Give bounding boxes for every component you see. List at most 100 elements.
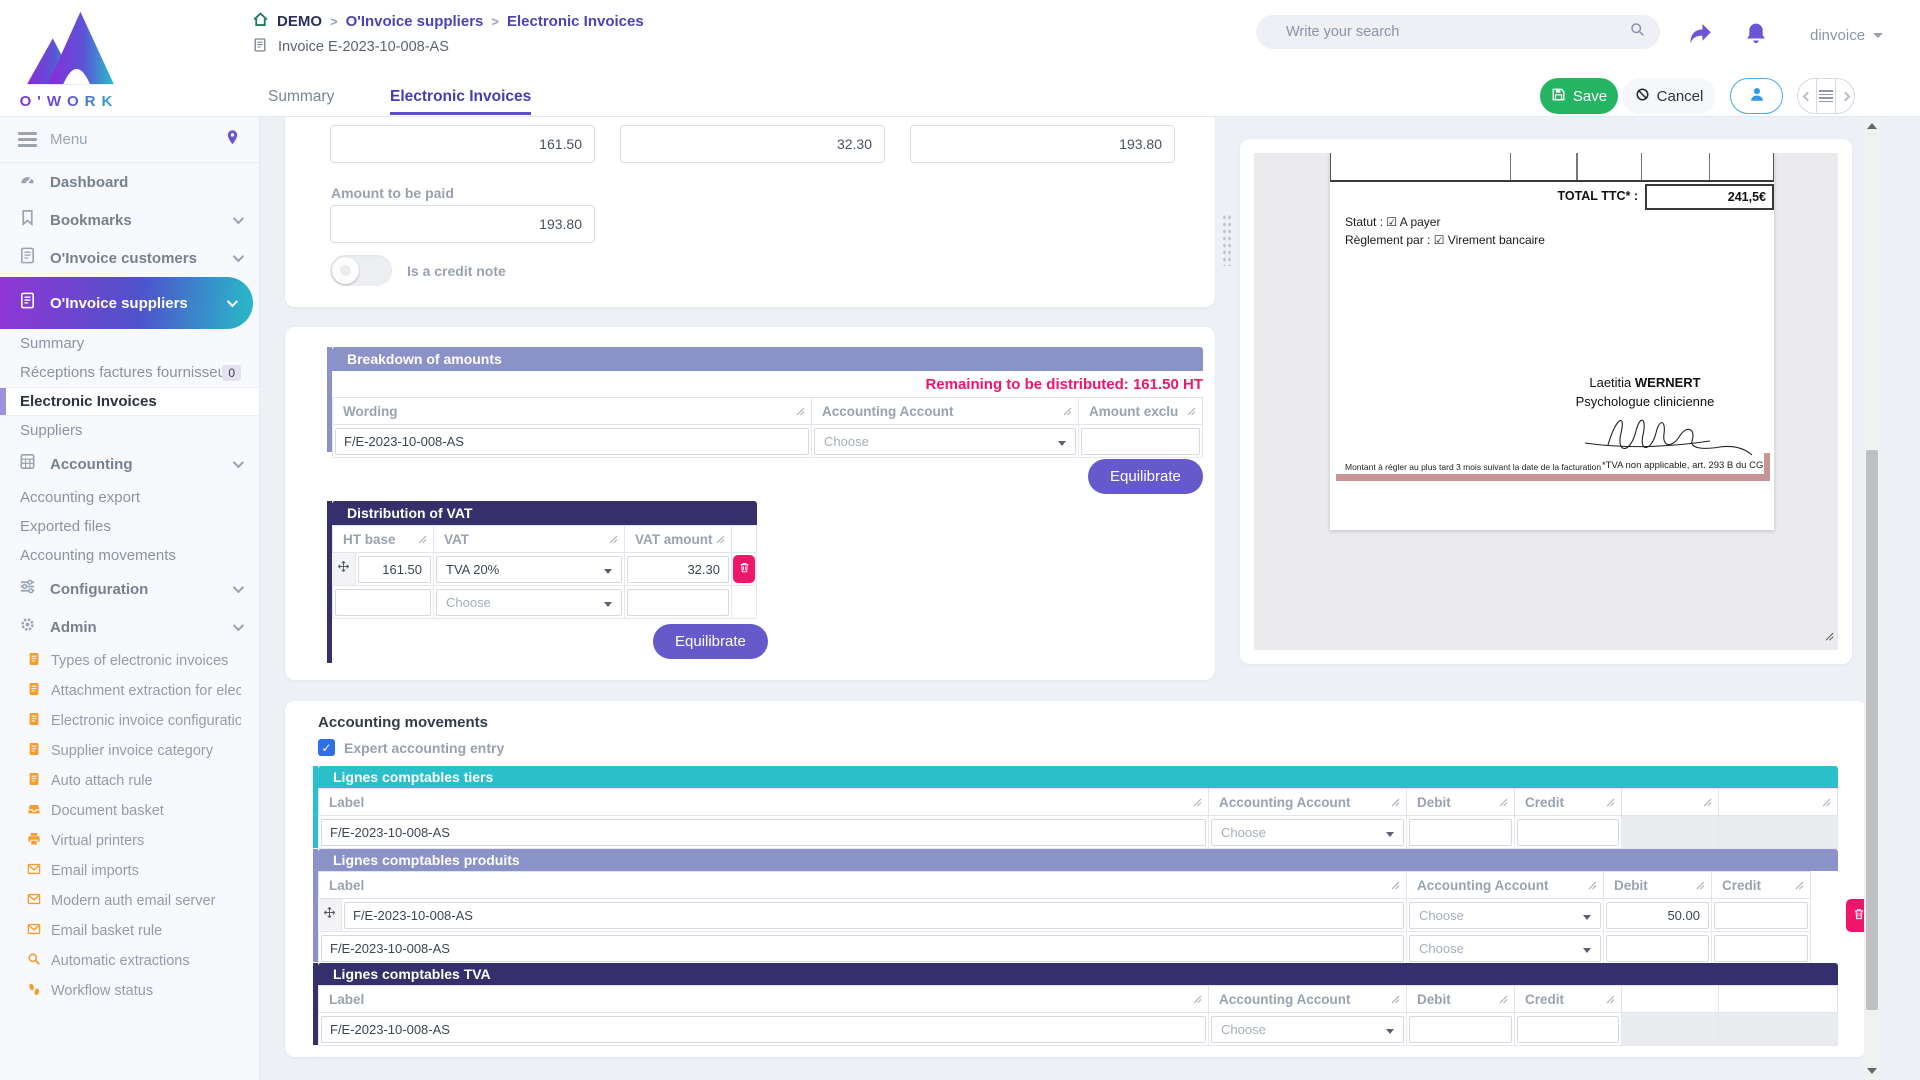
bell-icon[interactable] [1744,21,1768,50]
produits-credit-input-2[interactable] [1714,935,1808,962]
sidebar-item-workflow-status[interactable]: Workflow status [0,976,259,1006]
column-resize-icon[interactable] [1588,878,1597,893]
tiers-label-input[interactable] [321,819,1206,846]
menu-icon[interactable] [18,132,37,147]
produits-credit-input[interactable] [1714,902,1808,929]
produits-account-select[interactable]: Choose [1409,902,1601,929]
produits-account-select-2[interactable]: Choose [1409,935,1601,962]
column-resize-icon[interactable] [1187,404,1196,419]
column-resize-icon[interactable] [1063,404,1072,419]
record-list-button[interactable] [1816,79,1835,113]
tab-electronic-invoices[interactable]: Electronic Invoices [390,88,531,115]
sidebar-item-accounting-export[interactable]: Accounting export [0,483,259,512]
tva-account-select[interactable]: Choose [1211,1016,1404,1043]
produits-row-drag-handle[interactable] [318,899,342,932]
sidebar-item-accounting-movements[interactable]: Accounting movements [0,541,259,570]
column-resize-icon[interactable] [1696,878,1705,893]
sidebar-item-admin[interactable]: Admin [0,608,259,646]
sidebar-item-virtual-printers[interactable]: Virtual printers [0,826,259,856]
vat-ht-input[interactable] [358,556,431,583]
column-resize-icon[interactable] [716,532,725,547]
search-icon[interactable] [1629,21,1646,43]
vat-equilibrate-button[interactable]: Equilibrate [653,624,768,659]
sidebar-item-configuration[interactable]: Configuration [0,570,259,608]
sidebar-item-o-invoice-suppliers[interactable]: O'Invoice suppliers [0,277,253,329]
column-resize-icon[interactable] [1795,878,1804,893]
pin-icon[interactable] [224,129,241,151]
sidebar-item-electronic-invoice-configuration[interactable]: Electronic invoice configuration [0,706,259,736]
sidebar-item-o-invoice-customers[interactable]: O'Invoice customers [0,239,259,277]
sidebar-item-summary[interactable]: Summary [0,329,259,358]
breakdown-amount-input[interactable] [1081,428,1200,455]
pdf-preview-area[interactable]: TOTAL TTC* : 241,5€ Statut : ☑ A payer R… [1254,153,1838,650]
vat-rate-select[interactable]: TVA 20% [436,556,622,583]
save-button[interactable]: Save [1540,78,1618,114]
sidebar-item-bookmarks[interactable]: Bookmarks [0,201,259,239]
sidebar-item-electronic-invoices[interactable]: Electronic Invoices [0,387,259,416]
column-resize-icon[interactable] [1606,795,1615,810]
amount-to-be-paid-input[interactable] [330,205,595,243]
sidebar-item-document-basket[interactable]: Document basket [0,796,259,826]
panel-splitter-handle[interactable] [1222,214,1232,266]
sidebar-item-automatic-extractions[interactable]: Automatic extractions [0,946,259,976]
tiers-credit-input[interactable] [1517,819,1619,846]
column-resize-icon[interactable] [1391,992,1400,1007]
column-resize-icon[interactable] [1391,878,1400,893]
expert-entry-checkbox[interactable]: ✓ [318,739,335,756]
column-resize-icon[interactable] [1703,795,1712,810]
sidebar-item-suppliers[interactable]: Suppliers [0,416,259,445]
sidebar-item-r-ceptions-factures-fournisseurs[interactable]: Réceptions factures fournisseurs0 [0,358,259,387]
scrollbar-thumb[interactable] [1866,450,1878,1010]
previous-record-button[interactable] [1798,79,1816,113]
profile-button[interactable] [1730,78,1783,114]
scroll-down-arrow[interactable] [1867,1068,1877,1074]
vat-row-delete-button[interactable] [733,555,755,583]
tva-label-input[interactable] [321,1016,1206,1043]
column-resize-icon[interactable] [1499,992,1508,1007]
tva-debit-input[interactable] [1409,1016,1512,1043]
tiers-debit-input[interactable] [1409,819,1512,846]
sidebar-item-auto-attach-rule[interactable]: Auto attach rule [0,766,259,796]
breadcrumb-suppliers-link[interactable]: O'Invoice suppliers [346,13,484,30]
user-menu[interactable]: dinvoice [1810,27,1883,44]
preview-resize-handle[interactable] [1823,629,1835,647]
amount-excl-tax-input[interactable] [330,125,595,163]
sidebar-item-accounting[interactable]: Accounting [0,445,259,483]
amount-incl-tax-input[interactable] [910,125,1175,163]
vat-rate-select-2[interactable]: Choose [436,589,622,616]
column-resize-icon[interactable] [1193,992,1202,1007]
produits-debit-input-2[interactable] [1606,935,1709,962]
tva-credit-input[interactable] [1517,1016,1619,1043]
search-input[interactable] [1286,24,1629,40]
breadcrumb-root[interactable]: DEMO [277,13,322,30]
sidebar-item-exported-files[interactable]: Exported files [0,512,259,541]
main-scrollbar[interactable] [1864,117,1880,1080]
breadcrumb-invoices-link[interactable]: Electronic Invoices [507,13,644,30]
vat-ht-input-2[interactable] [335,589,431,616]
breakdown-equilibrate-button[interactable]: Equilibrate [1088,459,1203,494]
sidebar-item-dashboard[interactable]: Dashboard [0,163,259,201]
scroll-up-arrow[interactable] [1867,123,1877,129]
sidebar-item-email-imports[interactable]: Email imports [0,856,259,886]
vat-amount-input[interactable] [620,125,885,163]
column-resize-icon[interactable] [796,404,805,419]
column-resize-icon[interactable] [1822,795,1831,810]
breakdown-wording-input[interactable] [335,428,809,455]
credit-note-toggle[interactable] [330,255,392,286]
breakdown-account-select[interactable]: Choose [814,428,1076,455]
column-resize-icon[interactable] [609,532,618,547]
tab-summary[interactable]: Summary [268,88,334,106]
column-resize-icon[interactable] [418,532,427,547]
vat-row-drag-handle[interactable] [332,553,356,586]
sidebar-item-modern-auth-email-server[interactable]: Modern auth email server [0,886,259,916]
sidebar-item-email-basket-rule[interactable]: Email basket rule [0,916,259,946]
column-resize-icon[interactable] [1193,795,1202,810]
next-record-button[interactable] [1835,79,1854,113]
vat-amount-cell-input[interactable] [627,556,729,583]
produits-label-input[interactable] [344,902,1404,929]
tiers-account-select[interactable]: Choose [1211,819,1404,846]
sidebar-item-supplier-invoice-category[interactable]: Supplier invoice category [0,736,259,766]
cancel-button[interactable]: Cancel [1622,78,1716,114]
column-resize-icon[interactable] [1499,795,1508,810]
sidebar-item-attachment-extraction-for-electron[interactable]: Attachment extraction for electron [0,676,259,706]
